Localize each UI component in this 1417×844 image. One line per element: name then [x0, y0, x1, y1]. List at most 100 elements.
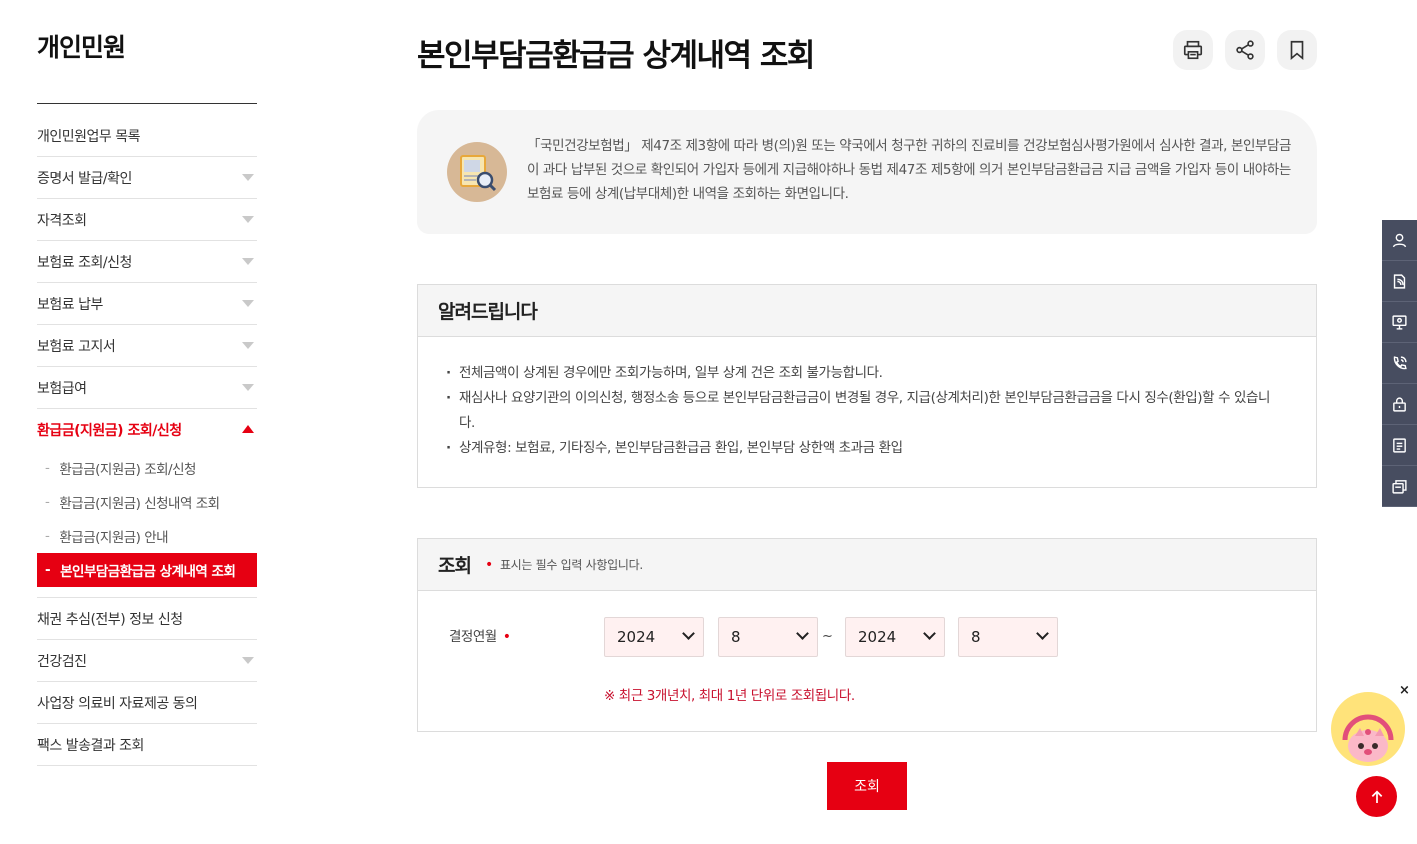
sidebar-submenu: - 환급금(지원금) 조회/신청 - 환급금(지원금) 신청내역 조회 - 환급금(지…	[37, 451, 257, 598]
chevron-down-icon	[242, 216, 254, 223]
share-button[interactable]	[1225, 30, 1265, 70]
sidebar-subitem-refund-guide[interactable]: - 환급금(지원금) 안내	[37, 519, 257, 553]
sidebar-item-label: 보험료 고지서	[37, 338, 116, 355]
sidebar-item-civil-list[interactable]: 개인민원업무 목록	[37, 115, 257, 157]
sidebar-item-label: 증명서 발급/확인	[37, 170, 132, 187]
quick-lock-button[interactable]	[1382, 384, 1417, 425]
range-hint: ※ 최근 3개년치, 최대 1년 단위로 조회됩니다.	[604, 688, 855, 704]
sidebar-submenu-wrap: - 환급금(지원금) 조회/신청 - 환급금(지원금) 신청내역 조회 - 환급금(지…	[37, 451, 257, 598]
sidebar-divider	[37, 103, 257, 104]
required-dot-icon: •	[502, 629, 511, 645]
decision-month-label: 결정연월 •	[449, 625, 517, 645]
scroll-top-button[interactable]	[1356, 776, 1397, 817]
notice-header: 알려드립니다	[418, 285, 1316, 337]
sidebar-item-medical-consent[interactable]: 사업장 의료비 자료제공 동의	[37, 682, 257, 724]
sidebar-item-label: 보험료 납부	[37, 296, 103, 313]
chevron-down-icon	[242, 657, 254, 664]
dash-icon: -	[45, 460, 50, 476]
sidebar-subitem-label: 환급금(지원금) 조회/신청	[59, 462, 196, 478]
chevron-down-icon	[796, 627, 809, 640]
close-icon[interactable]: ×	[1399, 683, 1410, 698]
chevron-down-icon	[242, 258, 254, 265]
sidebar-item-qualification[interactable]: 자격조회	[37, 199, 257, 241]
to-month-select[interactable]: 8	[958, 617, 1058, 657]
monitor-icon	[1392, 314, 1407, 330]
list-icon	[1393, 437, 1406, 453]
from-month-value: 8	[731, 628, 741, 646]
page-title: 본인부담금환급금 상계내역 조회	[417, 38, 815, 74]
quick-user-button[interactable]	[1382, 220, 1417, 261]
required-note-text: 표시는 필수 입력 사항입니다.	[499, 558, 643, 572]
sidebar-item-label: 건강검진	[37, 653, 87, 670]
sidebar-item-certificate[interactable]: 증명서 발급/확인	[37, 157, 257, 199]
intro-description: 「국민건강보험법」 제47조 제3항에 따라 병(의)원 또는 약국에서 청구한…	[527, 138, 1292, 202]
sidebar-title: 개인민원	[37, 33, 126, 62]
notice-item: 재심사나 요양기관의 이의신청, 행정소송 등으로 본인부담금환급금이 변경될 …	[446, 386, 1276, 436]
bookmark-button[interactable]	[1277, 30, 1317, 70]
sidebar-item-refund[interactable]: 환급금(지원금) 조회/신청	[37, 409, 257, 451]
from-year-select[interactable]: 2024	[604, 617, 704, 657]
print-button[interactable]	[1173, 30, 1213, 70]
quick-copy-button[interactable]	[1382, 466, 1417, 507]
chevron-down-icon	[242, 384, 254, 391]
chevron-down-icon	[682, 627, 695, 640]
search-button[interactable]: 조회	[827, 762, 907, 810]
notice-title: 알려드립니다	[438, 301, 538, 323]
chevron-down-icon	[242, 342, 254, 349]
document-icon	[1393, 273, 1406, 289]
sidebar-item-benefits[interactable]: 보험급여	[37, 367, 257, 409]
notice-box: 알려드립니다 전체금액이 상계된 경우에만 조회가능하며, 일부 상계 건은 조…	[417, 284, 1317, 488]
to-year-value: 2024	[858, 628, 897, 646]
sidebar-subitem-label: 본인부담금환급금 상계내역 조회	[60, 564, 236, 580]
sidebar-item-label: 보험료 조회/신청	[37, 254, 132, 271]
arrow-up-icon	[1371, 789, 1382, 803]
dash-icon: -	[45, 528, 50, 544]
intro-box: 「국민건강보험법」 제47조 제3항에 따라 병(의)원 또는 약국에서 청구한…	[417, 110, 1317, 234]
notice-item: 전체금액이 상계된 경우에만 조회가능하며, 일부 상계 건은 조회 불가능합니…	[446, 361, 1276, 386]
query-title: 조회	[438, 555, 472, 577]
sidebar-subitem-offset-history[interactable]: - 본인부담금환급금 상계내역 조회	[37, 553, 257, 587]
chatbot-mascot[interactable]	[1331, 692, 1405, 766]
range-separator: ~	[822, 629, 833, 644]
quick-list-button[interactable]	[1382, 425, 1417, 466]
sidebar-item-label: 개인민원업무 목록	[37, 128, 141, 145]
sidebar-item-label: 보험급여	[37, 380, 87, 397]
chevron-down-icon	[1036, 627, 1049, 640]
lock-icon	[1393, 396, 1406, 412]
sidebar-subitem-refund-history[interactable]: - 환급금(지원금) 신청내역 조회	[37, 485, 257, 519]
print-icon	[1183, 40, 1203, 60]
sidebar-subitem-label: 환급금(지원금) 안내	[59, 530, 169, 546]
sidebar-item-health-checkup[interactable]: 건강검진	[37, 640, 257, 682]
sidebar-item-label: 환급금(지원금) 조회/신청	[37, 423, 182, 439]
to-year-select[interactable]: 2024	[845, 617, 945, 657]
dash-icon: -	[45, 494, 50, 510]
decision-month-label-text: 결정연월	[449, 629, 497, 645]
from-month-select[interactable]: 8	[718, 617, 818, 657]
sidebar-item-label: 채권 추심(전부) 정보 신청	[37, 611, 183, 628]
sidebar-item-fax-result[interactable]: 팩스 발송결과 조회	[37, 724, 257, 766]
quick-document-button[interactable]	[1382, 261, 1417, 302]
quick-menu	[1382, 220, 1417, 507]
notice-item: 상계유형: 보험료, 기타징수, 본인부담금환급금 환입, 본인부담 상한액 초…	[446, 436, 1276, 461]
sidebar-item-debt-collection[interactable]: 채권 추심(전부) 정보 신청	[37, 598, 257, 640]
query-header: 조회 • 표시는 필수 입력 사항입니다.	[418, 539, 1316, 591]
from-year-value: 2024	[617, 628, 656, 646]
chevron-down-icon	[923, 627, 936, 640]
query-box: 조회 • 표시는 필수 입력 사항입니다. 결정연월 • 2024 8 ~ 202…	[417, 538, 1317, 732]
sidebar-subitem-refund-inquiry[interactable]: - 환급금(지원금) 조회/신청	[37, 451, 257, 485]
sidebar-item-label: 팩스 발송결과 조회	[37, 737, 144, 754]
phone-icon	[1393, 355, 1407, 369]
copy-icon	[1392, 479, 1407, 494]
chevron-down-icon	[242, 300, 254, 307]
required-note: • 표시는 필수 입력 사항입니다.	[485, 556, 643, 573]
sidebar-item-premium-notice[interactable]: 보험료 고지서	[37, 325, 257, 367]
sidebar-item-premium-payment[interactable]: 보험료 납부	[37, 283, 257, 325]
share-icon	[1236, 40, 1254, 60]
sidebar-item-label: 사업장 의료비 자료제공 동의	[37, 695, 198, 712]
mascot-icon	[1342, 714, 1394, 762]
quick-call-button[interactable]	[1382, 343, 1417, 384]
document-search-icon	[447, 142, 507, 202]
sidebar-item-premium-inquiry[interactable]: 보험료 조회/신청	[37, 241, 257, 283]
quick-monitor-button[interactable]	[1382, 302, 1417, 343]
chevron-down-icon	[242, 174, 254, 181]
